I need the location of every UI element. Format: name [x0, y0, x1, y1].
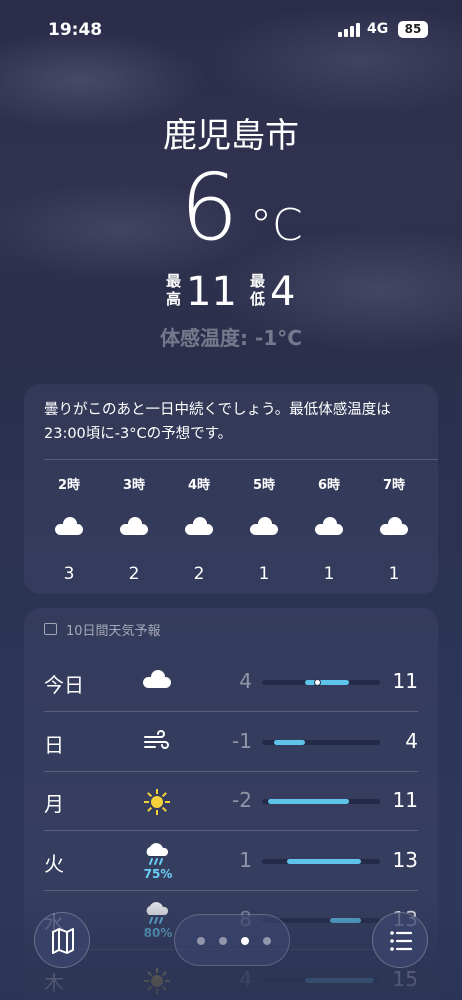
- map-icon: [52, 928, 74, 954]
- hour-icon: [369, 517, 419, 539]
- hour-icon: [174, 517, 224, 539]
- current-temperature: 6: [180, 154, 239, 261]
- cloud-icon: [185, 517, 213, 535]
- high-label: 最高: [166, 272, 182, 308]
- temp-range-fill: [274, 739, 306, 745]
- cloud-icon: [315, 517, 343, 535]
- hour-icon: [44, 517, 94, 539]
- forecast-high: 11: [392, 669, 418, 693]
- temp-range-fill: [286, 858, 362, 864]
- precip-chance: 75%: [143, 866, 173, 881]
- hour-icon: [304, 517, 354, 539]
- forecast-low: 4: [239, 669, 252, 693]
- hour-icon: [109, 517, 159, 539]
- row-divider: [44, 770, 418, 772]
- cloud-icon: [120, 517, 148, 535]
- ten-day-title: 10日間天気予報: [66, 624, 161, 639]
- hour-value: 1: [258, 564, 270, 584]
- city-list-button[interactable]: [372, 912, 428, 968]
- forecast-low: 1: [239, 847, 252, 872]
- hour-label: 2時: [57, 478, 81, 493]
- row-divider: [44, 830, 418, 831]
- high-temperature: 11: [186, 269, 237, 315]
- sun-icon: [144, 789, 170, 815]
- hour-value: 2: [193, 564, 205, 584]
- wind-icon: [144, 729, 169, 749]
- temp-range-bar: [262, 858, 380, 864]
- hour-value: 1: [323, 564, 335, 584]
- hour-label: 4時: [187, 478, 211, 493]
- hourly-forecast-card[interactable]: 曇りがこのあと一日中続くでしょう。最低体感温度は23:00頃に-3°Cの予想です…: [24, 384, 438, 594]
- divider: [44, 459, 438, 460]
- city-name: 鹿児島市: [163, 116, 299, 156]
- hour-label: 7時: [382, 478, 406, 493]
- forecast-low: -2: [232, 788, 252, 812]
- page-dot[interactable]: [197, 937, 205, 945]
- list-icon: [390, 931, 413, 951]
- forecast-low: -1: [232, 728, 252, 753]
- feels-like: 体感温度: -1°C: [160, 326, 302, 350]
- cloud-icon: [380, 517, 408, 535]
- forecast-day: 今日: [44, 673, 84, 697]
- temp-range-fill: [305, 680, 349, 685]
- page-dot[interactable]: [219, 937, 227, 945]
- forecast-day: 火: [44, 851, 64, 876]
- hour-icon: [239, 517, 289, 539]
- temp-range-bar: [262, 739, 380, 745]
- cloud-icon: [55, 517, 83, 535]
- hour-label: 6時: [317, 478, 341, 493]
- forecast-day: 日: [44, 732, 64, 757]
- forecast-icon: [142, 670, 172, 692]
- network-type: 4G: [367, 21, 389, 37]
- weather-summary: 曇りがこのあと一日中続くでしょう。最低体感温度は23:00頃に-3°Cの予想です…: [44, 402, 391, 442]
- low-temperature: 4: [270, 269, 296, 315]
- low-label: 最低: [250, 272, 266, 308]
- temp-range-fill: [268, 799, 349, 804]
- calendar-icon: [44, 623, 57, 635]
- page-indicator[interactable]: [174, 914, 290, 966]
- signal-icon: [338, 23, 362, 37]
- hour-value: 1: [388, 564, 400, 584]
- forecast-icon: [142, 729, 172, 756]
- row-divider: [44, 711, 418, 712]
- page-dot-active[interactable]: [241, 937, 249, 945]
- forecast-day: 月: [44, 792, 64, 816]
- status-time: 19:48: [48, 20, 103, 40]
- hour-label: 3時: [122, 478, 146, 493]
- temp-range-bar: [262, 679, 380, 686]
- hour-value: 3: [63, 564, 75, 584]
- status-bar: 19:48 4G 85: [0, 0, 462, 60]
- forecast-icon: [142, 789, 172, 819]
- forecast-high: 11: [392, 788, 418, 812]
- rain-cloud-icon: [146, 842, 169, 865]
- cloud-icon: [143, 670, 171, 688]
- page-dot[interactable]: [263, 937, 271, 945]
- cloud-icon: [250, 517, 278, 535]
- temperature-unit: °C: [250, 200, 303, 251]
- hour-value: 2: [128, 564, 140, 584]
- map-button[interactable]: [34, 912, 90, 968]
- temp-range-bar: [262, 799, 380, 804]
- forecast-high: 13: [392, 847, 418, 872]
- hour-label: 5時: [252, 478, 276, 493]
- battery-icon: 85: [398, 21, 428, 38]
- forecast-high: 4: [405, 728, 418, 753]
